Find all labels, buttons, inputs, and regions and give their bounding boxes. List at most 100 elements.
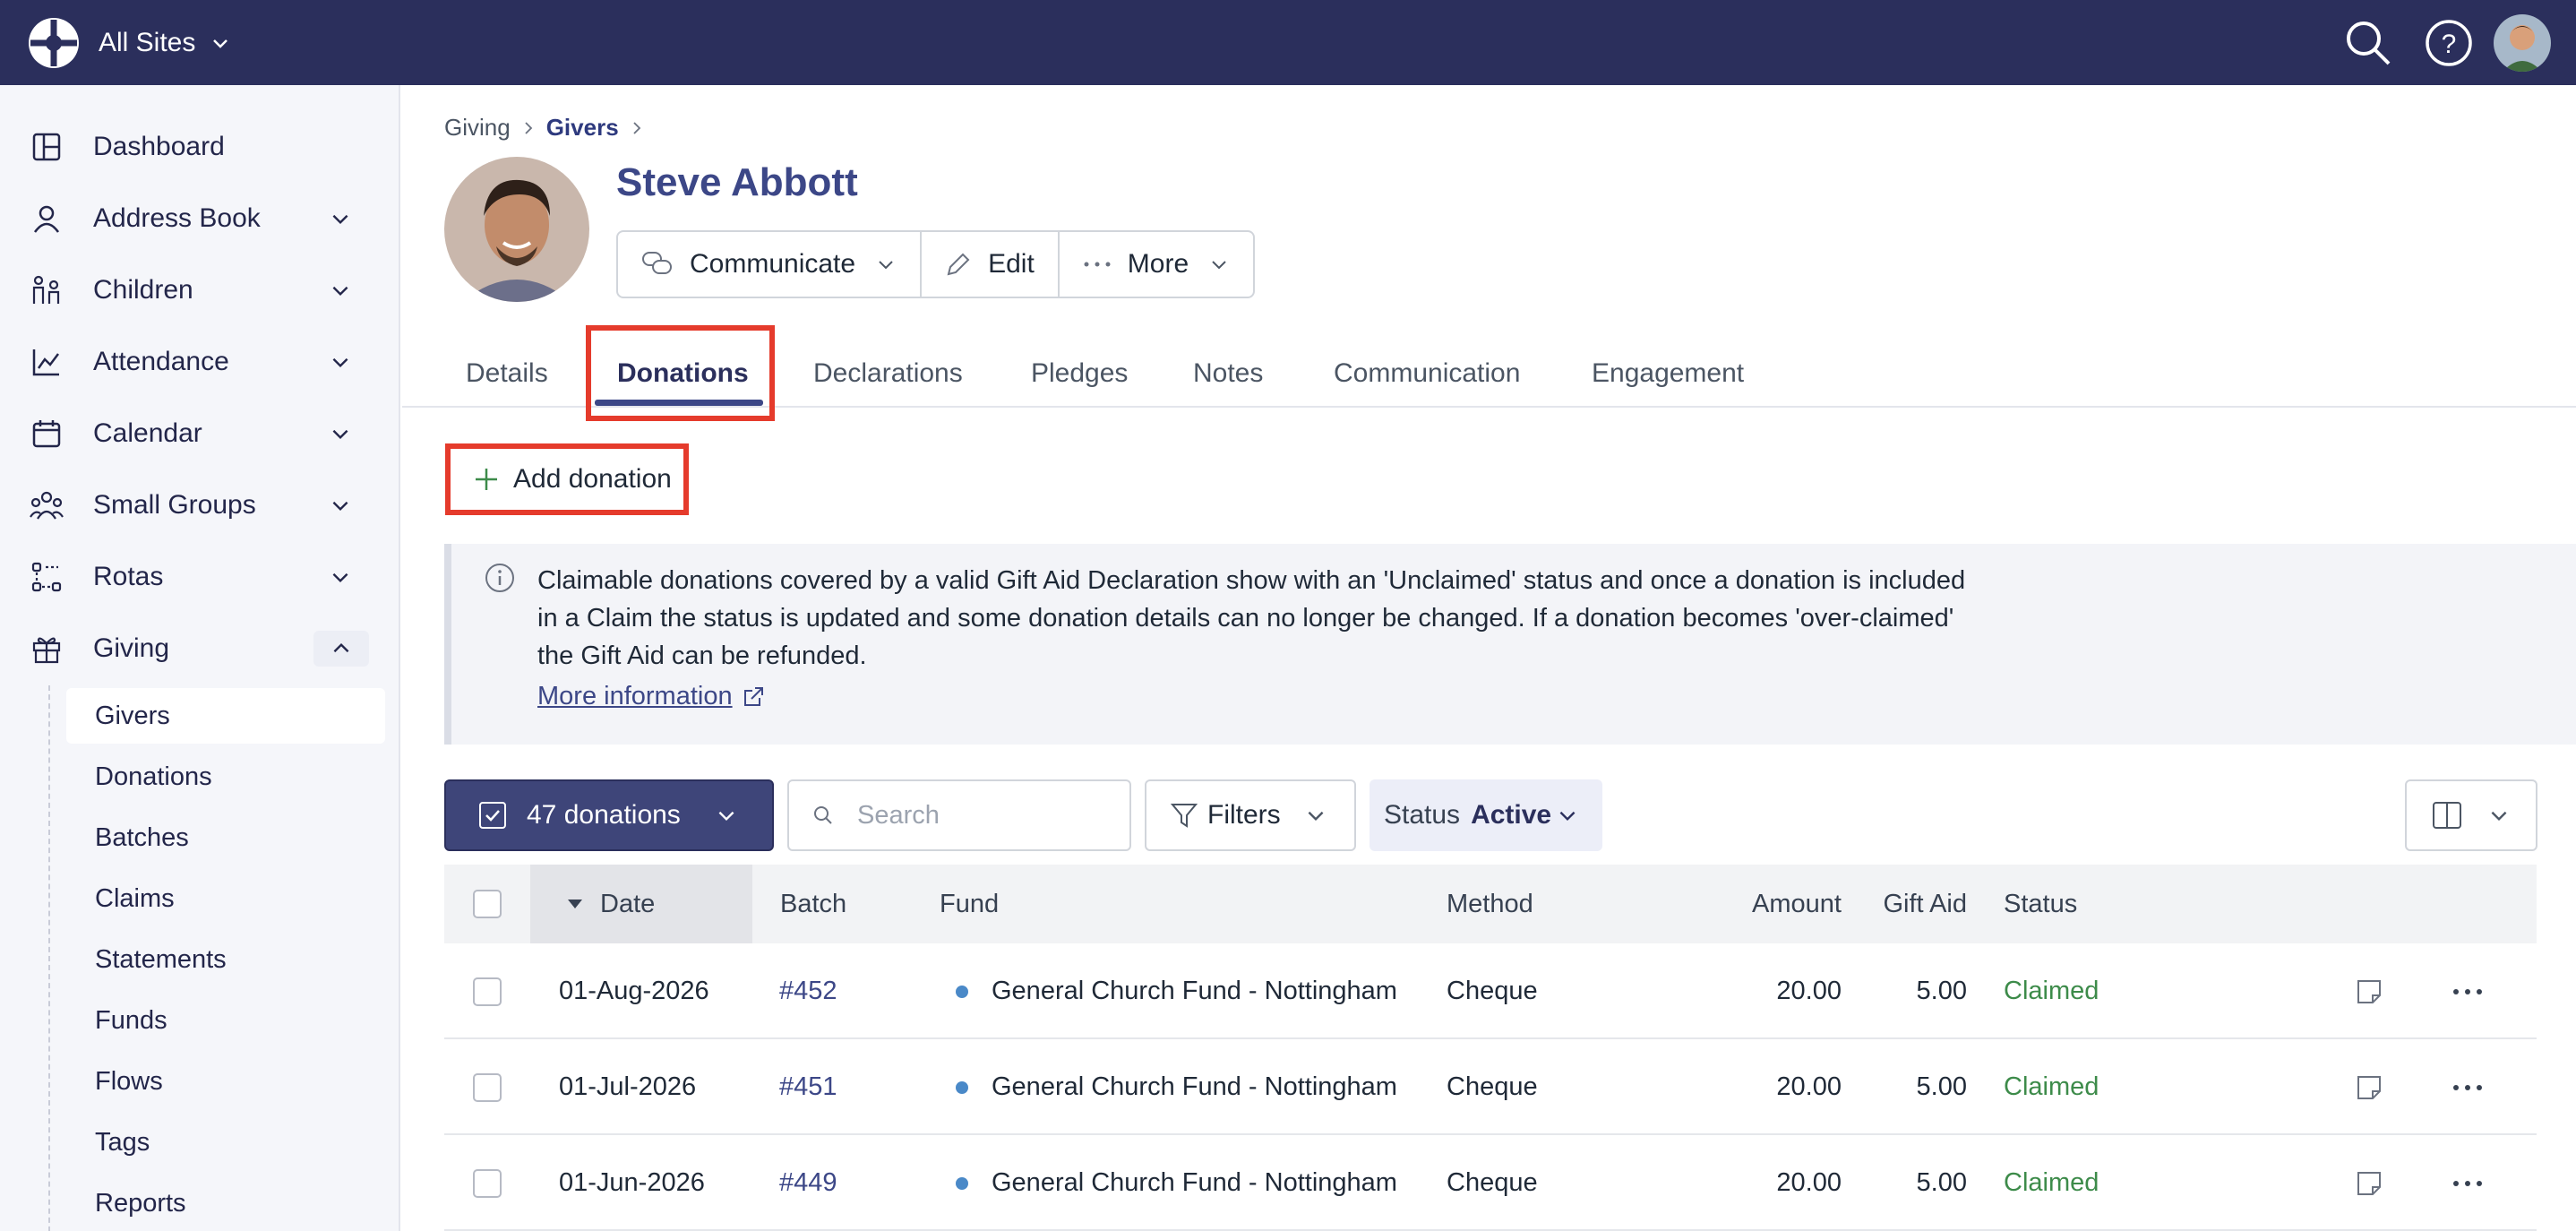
status-filter-button[interactable]: Status Active: [1370, 779, 1602, 851]
sidebar-item-address-book[interactable]: Address Book: [0, 187, 400, 250]
add-donation-button[interactable]: Add donation: [445, 443, 689, 515]
sidebar-subitem-flows[interactable]: Flows: [66, 1054, 385, 1109]
table-row[interactable]: 01-Aug-2026 #452 General Church Fund - N…: [444, 943, 2537, 1039]
sidebar-item-label: Giving: [93, 633, 170, 663]
breadcrumb-current[interactable]: Givers: [546, 114, 619, 142]
chevron-down-icon[interactable]: [322, 201, 358, 237]
search-icon[interactable]: [2341, 16, 2395, 70]
sidebar-item-label: Address Book: [93, 203, 261, 233]
sidebar-subitem-reports[interactable]: Reports: [66, 1175, 385, 1231]
chevron-up-icon[interactable]: [313, 631, 369, 667]
sidebar-subitem-statements[interactable]: Statements: [66, 932, 385, 987]
sidebar-item-small-groups[interactable]: Small Groups: [0, 474, 400, 537]
amount-cell: 20.00: [1776, 977, 1842, 1005]
chevron-down-icon: [213, 39, 228, 48]
column-header-date[interactable]: Date: [530, 865, 752, 943]
row-checkbox-cell: [473, 1039, 502, 1135]
table-row[interactable]: 01-Jun-2026 #449 General Church Fund - N…: [444, 1135, 2537, 1231]
tab-communication[interactable]: Communication: [1334, 340, 1520, 408]
date-cell: 01-Aug-2026: [559, 977, 709, 1005]
communicate-button[interactable]: Communicate: [618, 232, 920, 297]
sidebar-subitem-batches[interactable]: Batches: [66, 810, 385, 865]
batch-link[interactable]: #452: [779, 943, 837, 1039]
sidebar-subitem-claims[interactable]: Claims: [66, 871, 385, 926]
subnav-guide-line: [48, 685, 50, 1231]
sidebar-subitem-funds[interactable]: Funds: [66, 993, 385, 1048]
column-header-status[interactable]: Status: [2004, 865, 2077, 943]
tab-pledges[interactable]: Pledges: [1031, 340, 1128, 408]
pencil-icon: [947, 253, 970, 276]
breadcrumb: Giving Givers: [444, 114, 655, 142]
sidebar-item-dashboard[interactable]: Dashboard: [0, 116, 400, 178]
select-all-checkbox[interactable]: [473, 890, 502, 918]
gift-aid-info-box: Claimable donations covered by a valid G…: [444, 544, 2576, 745]
chevron-down-icon[interactable]: [322, 272, 358, 308]
sidebar-item-calendar[interactable]: Calendar: [0, 402, 400, 465]
chevron-down-icon[interactable]: [322, 559, 358, 595]
row-menu-icon[interactable]: [2452, 1135, 2483, 1231]
info-text: Claimable donations covered by a valid G…: [537, 566, 1966, 670]
search-field[interactable]: [787, 779, 1131, 851]
edit-button[interactable]: Edit: [920, 232, 1058, 297]
donation-count-button[interactable]: 47 donations: [444, 779, 774, 851]
breadcrumb-root[interactable]: Giving: [444, 114, 511, 142]
batch-link[interactable]: #449: [779, 1135, 837, 1231]
sidebar-subitem-tags[interactable]: Tags: [66, 1115, 385, 1170]
status-cell: Claimed: [2004, 1168, 2099, 1197]
column-header-gift-aid[interactable]: Gift Aid: [1859, 865, 1968, 943]
calendar-icon: [29, 416, 64, 452]
row-menu-icon[interactable]: [2452, 1039, 2483, 1135]
chevron-right-icon: [630, 114, 644, 142]
tab-engagement[interactable]: Engagement: [1592, 340, 1744, 408]
chevron-down-icon[interactable]: [322, 344, 358, 380]
tab-declarations[interactable]: Declarations: [813, 340, 963, 408]
row-checkbox-cell: [473, 1135, 502, 1231]
row-checkbox[interactable]: [473, 977, 502, 1006]
user-avatar[interactable]: [2494, 13, 2551, 72]
more-information-link[interactable]: More information: [537, 682, 765, 711]
sidebar-subitem-givers[interactable]: Givers: [66, 688, 385, 744]
column-header-fund[interactable]: Fund: [940, 865, 999, 943]
dashboard-icon: [29, 129, 64, 165]
fund-name: General Church Fund - Nottingham: [992, 1168, 1397, 1197]
sidebar-subitem-donations[interactable]: Donations: [66, 749, 385, 805]
help-icon[interactable]: ?: [2422, 16, 2476, 70]
chevron-down-icon[interactable]: [322, 487, 358, 523]
more-information-label: More information: [537, 682, 733, 710]
fund-cell: General Church Fund - Nottingham: [956, 1039, 1397, 1135]
more-button[interactable]: More: [1057, 232, 1253, 297]
filter-icon: [1170, 804, 1198, 828]
chevron-down-icon: [2491, 811, 2507, 822]
svg-text:?: ?: [2442, 30, 2457, 59]
fund-cell: General Church Fund - Nottingham: [956, 943, 1397, 1039]
sidebar-item-attendance[interactable]: Attendance: [0, 331, 400, 393]
note-icon[interactable]: [2355, 1039, 2383, 1135]
app-logo-icon[interactable]: [27, 16, 81, 70]
table-row[interactable]: 01-Jul-2026 #451 General Church Fund - N…: [444, 1039, 2537, 1135]
chevron-down-icon[interactable]: [322, 416, 358, 452]
column-header-batch[interactable]: Batch: [780, 865, 846, 943]
fund-name: General Church Fund - Nottingham: [992, 1072, 1397, 1101]
column-header-amount[interactable]: Amount: [1734, 865, 1842, 943]
sidebar-item-giving[interactable]: Giving: [0, 617, 400, 680]
search-input[interactable]: [857, 800, 1108, 831]
column-header-method[interactable]: Method: [1447, 865, 1533, 943]
note-icon[interactable]: [2355, 1135, 2383, 1231]
column-settings-button[interactable]: [2405, 779, 2537, 851]
sidebar-item-children[interactable]: Children: [0, 259, 400, 322]
external-link-icon: [743, 686, 763, 706]
site-switcher[interactable]: All Sites: [99, 0, 231, 85]
note-icon[interactable]: [2355, 943, 2383, 1039]
batch-link[interactable]: #451: [779, 1039, 837, 1135]
tab-details[interactable]: Details: [466, 340, 548, 408]
date-cell: 01-Jun-2026: [559, 1168, 705, 1197]
row-checkbox[interactable]: [473, 1072, 502, 1102]
filters-button[interactable]: Filters: [1145, 779, 1356, 851]
row-menu-icon[interactable]: [2452, 943, 2483, 1039]
row-checkbox[interactable]: [473, 1168, 502, 1198]
main-content: Giving Givers Steve Abbott Communicate E…: [402, 85, 2576, 1231]
tab-notes[interactable]: Notes: [1193, 340, 1263, 408]
date-cell: 01-Jul-2026: [559, 1072, 697, 1101]
sidebar-item-rotas[interactable]: Rotas: [0, 546, 400, 608]
sidebar-item-label: Children: [93, 275, 193, 305]
